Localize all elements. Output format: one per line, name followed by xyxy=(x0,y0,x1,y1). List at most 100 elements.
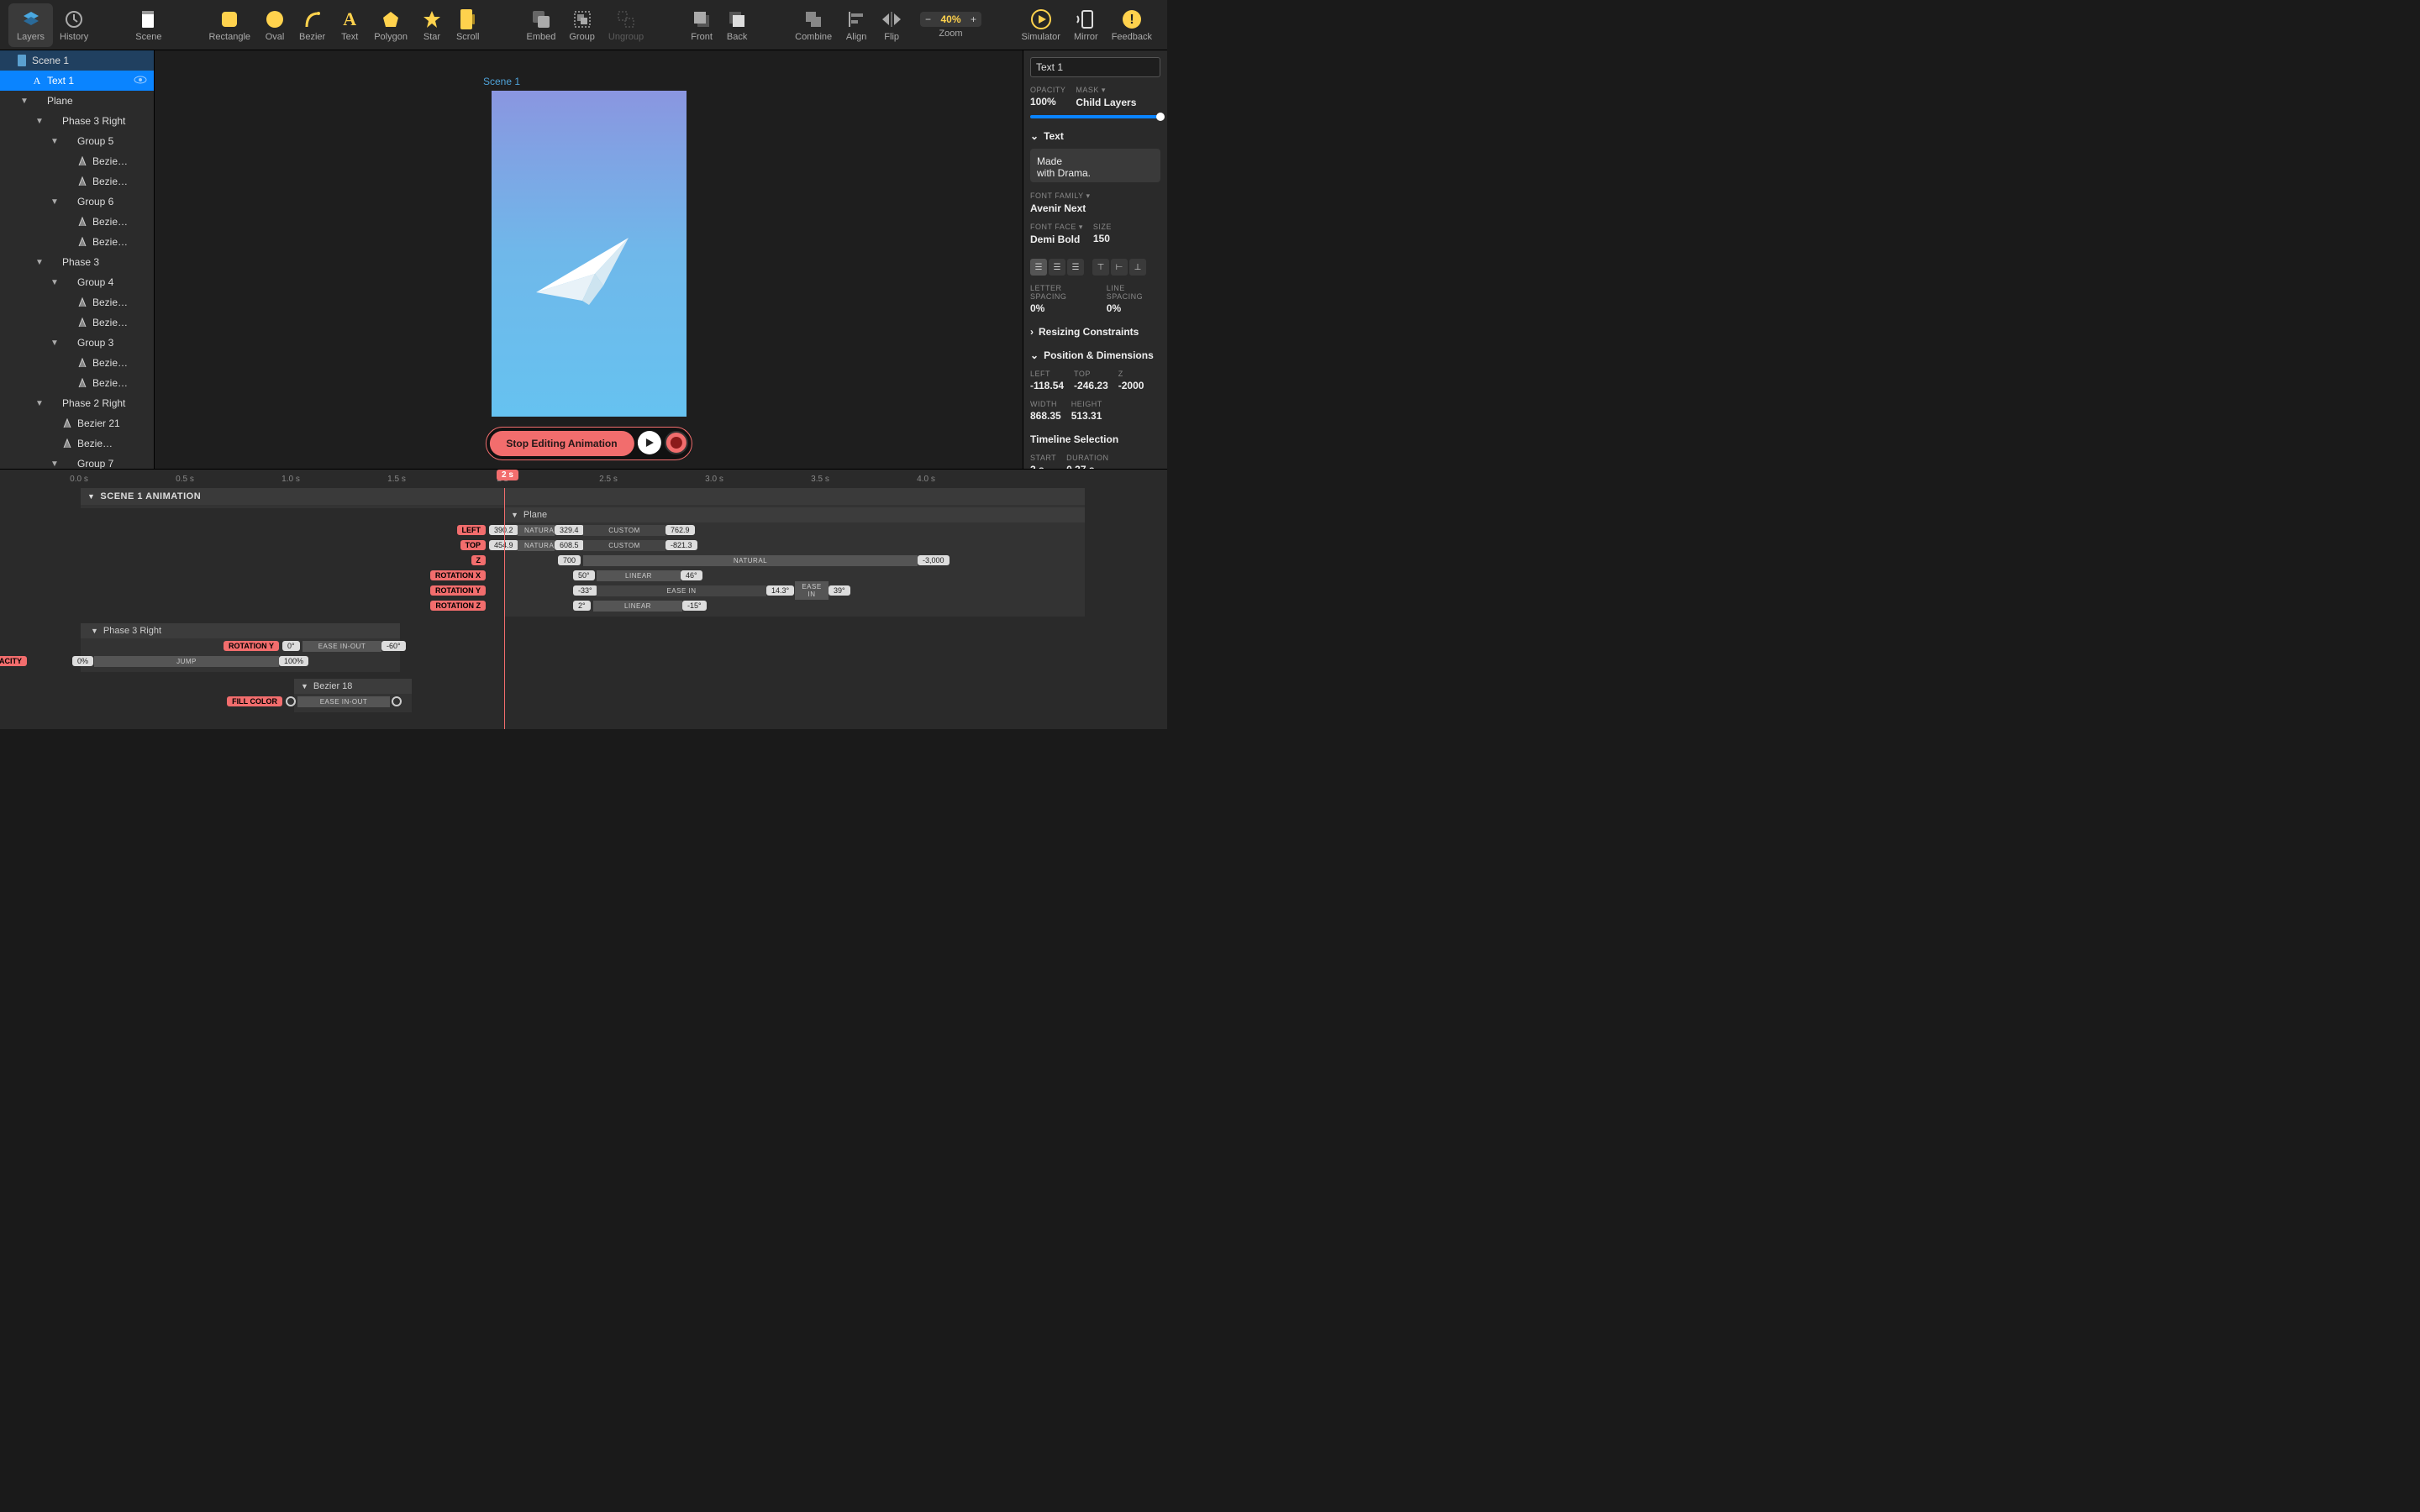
keyframe[interactable]: 700 xyxy=(558,555,581,565)
keyframe[interactable]: -821.3 xyxy=(666,540,697,550)
color-keyframe[interactable] xyxy=(392,696,402,706)
layer-row[interactable]: Bezie… xyxy=(0,171,154,192)
keyframe[interactable]: 0% xyxy=(72,656,93,666)
layer-name-input[interactable] xyxy=(1030,57,1160,77)
rectangle-tool-button[interactable]: Rectangle xyxy=(202,5,257,45)
combine-button[interactable]: Combine xyxy=(788,5,839,45)
feedback-button[interactable]: ! Feedback xyxy=(1105,5,1159,45)
group-button[interactable]: Group xyxy=(562,5,602,45)
width-value[interactable]: 868.35 xyxy=(1030,410,1061,422)
disclosure-icon[interactable]: ▼ xyxy=(50,197,60,207)
keyframe[interactable]: 2° xyxy=(573,601,591,611)
position-section-header[interactable]: ⌄Position & Dimensions xyxy=(1030,349,1160,361)
visibility-icon[interactable] xyxy=(134,75,147,87)
layer-row[interactable]: Bezie… xyxy=(0,373,154,393)
keyframe[interactable]: 50° xyxy=(573,570,595,580)
layer-row[interactable]: ▼Plane xyxy=(0,91,154,111)
valign-middle-button[interactable]: ⊢ xyxy=(1111,259,1128,276)
layer-row[interactable]: ▼Group 6 xyxy=(0,192,154,212)
text-tool-button[interactable]: A Text xyxy=(332,5,367,45)
layer-row[interactable]: ▼Phase 2 Right xyxy=(0,393,154,413)
disclosure-icon[interactable]: ▼ xyxy=(87,492,95,501)
disclosure-icon[interactable]: ▼ xyxy=(91,627,98,635)
easing-segment[interactable]: CUSTOM xyxy=(583,525,666,536)
zoom-in-button[interactable]: + xyxy=(966,12,981,27)
timeline-track[interactable]: OPACITY0%JUMP100% xyxy=(30,654,400,669)
disclosure-icon[interactable]: ▼ xyxy=(50,339,60,348)
front-button[interactable]: Front xyxy=(684,5,719,45)
text-section-header[interactable]: ⌄Text xyxy=(1030,130,1160,142)
embed-button[interactable]: Embed xyxy=(519,5,562,45)
layer-row[interactable]: Bezie… xyxy=(0,312,154,333)
timeline-track[interactable]: Z700NATURAL-3,000 xyxy=(489,553,1085,568)
polygon-tool-button[interactable]: Polygon xyxy=(367,5,414,45)
scene-tool-button[interactable]: Scene xyxy=(129,5,168,45)
layer-row[interactable]: ▼Phase 3 Right xyxy=(0,111,154,131)
bezier-tool-button[interactable]: Bezier xyxy=(292,5,332,45)
layer-row[interactable]: ▼Group 7 xyxy=(0,454,154,469)
easing-segment[interactable]: NATURAL xyxy=(583,555,918,566)
keyframe[interactable]: 100% xyxy=(279,656,308,666)
timeline-track[interactable]: TOP454.9NATURAL608.5CUSTOM-821.3 xyxy=(489,538,1085,553)
easing-segment[interactable]: EASE IN-OUT xyxy=(297,696,390,707)
layer-row[interactable]: ▼Phase 3 xyxy=(0,252,154,272)
top-value[interactable]: -246.23 xyxy=(1074,380,1108,391)
scene-title[interactable]: Scene 1 xyxy=(483,76,520,87)
keyframe[interactable]: -15° xyxy=(682,601,707,611)
zoom-value[interactable]: 40% xyxy=(935,13,965,25)
record-button[interactable] xyxy=(665,431,688,454)
valign-top-button[interactable]: ⊤ xyxy=(1092,259,1109,276)
timeline-track[interactable]: ROTATION Z2°LINEAR-15° xyxy=(489,598,1085,613)
keyframe[interactable]: -33° xyxy=(573,585,597,596)
easing-segment[interactable]: LINEAR xyxy=(597,570,681,581)
disclosure-icon[interactable]: ▼ xyxy=(50,459,60,469)
text-content-input[interactable] xyxy=(1030,149,1160,182)
timeline-group-header[interactable]: ▼Plane xyxy=(504,507,1085,522)
layer-row[interactable]: Bezie… xyxy=(0,292,154,312)
keyframe[interactable]: 14.3° xyxy=(766,585,794,596)
layer-row[interactable]: Bezie… xyxy=(0,151,154,171)
easing-segment[interactable]: JUMP xyxy=(94,656,279,667)
size-value[interactable]: 150 xyxy=(1093,233,1112,244)
timeline-track[interactable]: ROTATION Y-33°EASE IN14.3°EASE IN39° xyxy=(489,583,1085,598)
easing-segment[interactable]: CUSTOM xyxy=(583,540,666,551)
color-keyframe[interactable] xyxy=(286,696,296,706)
timeline-group-header[interactable]: ▼Bezier 18 xyxy=(294,679,412,694)
align-left-button[interactable]: ☰ xyxy=(1030,259,1047,276)
canvas-area[interactable]: Scene 1 Stop Editing Animation xyxy=(155,50,1023,469)
font-face-value[interactable]: Demi Bold xyxy=(1030,234,1083,245)
mask-value[interactable]: Child Layers xyxy=(1076,97,1136,108)
disclosure-icon[interactable]: ▼ xyxy=(50,137,60,146)
mirror-button[interactable]: Mirror xyxy=(1067,5,1105,45)
z-value[interactable]: -2000 xyxy=(1118,380,1144,391)
keyframe[interactable]: 329.4 xyxy=(555,525,584,535)
layer-row[interactable]: Scene 1 xyxy=(0,50,154,71)
align-right-button[interactable]: ☰ xyxy=(1067,259,1084,276)
timeline-track[interactable]: ROTATION X50°LINEAR46° xyxy=(489,568,1085,583)
letter-spacing-value[interactable]: 0% xyxy=(1030,302,1097,314)
layer-row[interactable]: ▼Group 5 xyxy=(0,131,154,151)
valign-bottom-button[interactable]: ⊥ xyxy=(1129,259,1146,276)
disclosure-icon[interactable]: ▼ xyxy=(35,399,45,408)
align-button[interactable]: Align xyxy=(839,5,874,45)
disclosure-icon[interactable]: ▼ xyxy=(20,97,30,106)
disclosure-icon[interactable]: ▼ xyxy=(50,278,60,287)
disclosure-icon[interactable]: ▼ xyxy=(511,511,518,519)
easing-segment[interactable]: NATURAL xyxy=(518,525,555,536)
disclosure-icon[interactable]: ▼ xyxy=(35,117,45,126)
layer-row[interactable]: ▼Group 3 xyxy=(0,333,154,353)
scroll-tool-button[interactable]: Scroll xyxy=(450,5,487,45)
zoom-out-button[interactable]: − xyxy=(920,12,935,27)
align-center-button[interactable]: ☰ xyxy=(1049,259,1065,276)
layer-row[interactable]: Bezier 21 xyxy=(0,413,154,433)
disclosure-icon[interactable]: ▼ xyxy=(301,682,308,690)
keyframe[interactable]: 46° xyxy=(681,570,702,580)
keyframe[interactable]: 608.5 xyxy=(555,540,584,550)
timeline-track[interactable]: LEFT390.2NATURAL329.4CUSTOM762.9 xyxy=(489,522,1085,538)
flip-button[interactable]: Flip xyxy=(874,5,909,45)
simulator-button[interactable]: Simulator xyxy=(1015,5,1067,45)
line-spacing-value[interactable]: 0% xyxy=(1107,302,1160,314)
font-family-value[interactable]: Avenir Next xyxy=(1030,202,1160,214)
keyframe[interactable]: 762.9 xyxy=(666,525,695,535)
keyframe[interactable]: 39° xyxy=(829,585,850,596)
